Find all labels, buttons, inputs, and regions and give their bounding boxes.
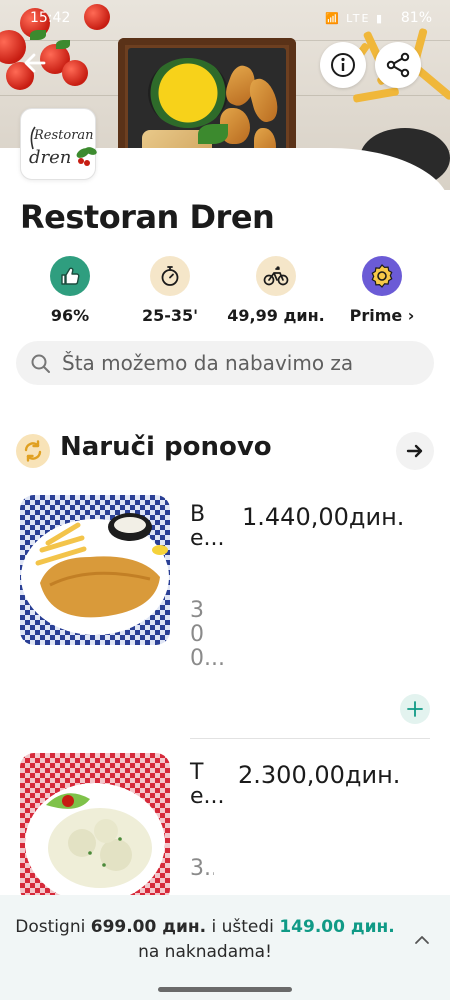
arrow-right-icon xyxy=(406,444,423,458)
stat-delivery-time-value: 25-35' xyxy=(141,306,199,325)
stat-delivery-fee[interactable]: 49,99 дин. xyxy=(226,256,326,325)
status-bar: 15:42 📶 LTE ▮ 81% xyxy=(0,0,450,36)
chevron-up-icon[interactable] xyxy=(412,930,432,950)
section-title: Naruči ponovo xyxy=(60,432,272,462)
section-see-all-button[interactable] xyxy=(396,432,434,470)
info-button[interactable] xyxy=(320,42,366,88)
search-bar[interactable] xyxy=(16,341,434,385)
stat-rating[interactable]: 96% xyxy=(20,256,120,325)
add-to-cart-button[interactable] xyxy=(400,694,430,724)
stat-prime[interactable]: Prime › xyxy=(332,256,432,325)
logo-text-bottom: dren xyxy=(29,147,71,168)
stat-prime-value: Prime › xyxy=(349,306,415,325)
product-image[interactable] xyxy=(20,495,170,645)
bicycle-icon xyxy=(256,256,296,296)
product-price: 2.300,00дин. xyxy=(238,761,401,789)
restaurant-name: Restoran Dren xyxy=(20,198,275,236)
product-name: Be... xyxy=(190,502,225,551)
prime-badge-icon xyxy=(362,256,402,296)
search-icon xyxy=(31,354,50,373)
arrow-left-icon xyxy=(24,53,46,73)
search-input[interactable] xyxy=(62,341,422,385)
status-time: 15:42 xyxy=(30,10,71,26)
product-description: 300... xyxy=(190,598,225,671)
product-price: 1.440,00дин. xyxy=(242,503,405,531)
savings-banner-text: Dostigni 699.00 дин. i uštedi 149.00 дин… xyxy=(15,917,395,962)
reorder-icon xyxy=(16,434,50,468)
share-button[interactable] xyxy=(375,42,421,88)
restaurant-logo: Restoran dren xyxy=(20,108,97,180)
stat-delivery-fee-value: 49,99 дин. xyxy=(227,306,325,325)
home-indicator[interactable] xyxy=(158,987,292,992)
stat-rating-value: 96% xyxy=(50,306,90,325)
logo-text-top: Restoran xyxy=(33,128,94,143)
product-image[interactable] xyxy=(20,753,170,903)
share-icon xyxy=(386,52,410,78)
thumbs-up-icon xyxy=(50,256,90,296)
savings-banner[interactable]: Dostigni 699.00 дин. i uštedi 149.00 дин… xyxy=(0,895,450,1000)
stat-delivery-time[interactable]: 25-35' xyxy=(120,256,220,325)
info-icon xyxy=(331,53,355,77)
plus-icon xyxy=(407,701,423,717)
product-description: 3... xyxy=(190,857,214,881)
product-name: Te... xyxy=(190,760,225,809)
stopwatch-icon xyxy=(150,256,190,296)
status-battery: 81% xyxy=(400,10,432,26)
back-button[interactable] xyxy=(16,44,54,82)
signal-icons: 📶 LTE ▮ xyxy=(324,12,384,25)
divider xyxy=(190,738,430,739)
